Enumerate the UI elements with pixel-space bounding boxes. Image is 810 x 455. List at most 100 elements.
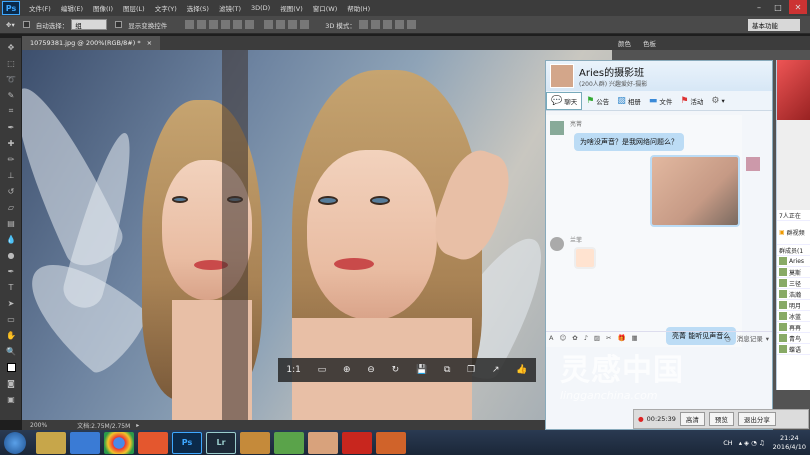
image-icon[interactable]: ▨ [594,334,600,342]
zoom-out-icon[interactable]: ⊖ [367,365,375,375]
menu-image[interactable]: 图像(I) [88,3,118,13]
auto-select-checkbox[interactable] [22,21,30,28]
pen-tool-icon[interactable]: ✒ [4,264,18,278]
message-area[interactable]: 亮菁 为啥没声音？是我网络问题么？ 兰菲 亮菁 能听见声音么 [546,115,760,347]
3d-slide-icon[interactable] [394,20,404,29]
preview-button[interactable]: 预览 [708,412,734,426]
move-tool-icon[interactable]: ✥▾ [6,21,15,29]
menu-file[interactable]: 文件(F) [24,3,56,13]
more-icon[interactable]: ▦ [632,334,638,342]
document-tab[interactable]: 10759381.jpg @ 200%(RGB/8#) * × [22,36,161,50]
dodge-tool-icon[interactable]: ● [4,248,18,262]
tab-album[interactable]: ▨ 相册 [613,96,645,106]
app-icon[interactable] [138,431,168,454]
lasso-tool-icon[interactable]: ➰ [4,72,18,86]
menu-help[interactable]: 帮助(H) [342,3,375,13]
app-icon[interactable] [240,431,270,454]
tab-activity[interactable]: ⚑ 活动 [676,96,707,106]
gradient-tool-icon[interactable]: ▤ [4,216,18,230]
distribute-left-icon[interactable] [300,20,310,29]
align-top-icon[interactable] [185,20,195,29]
fit-screen-icon[interactable]: ▭ [318,365,327,375]
distribute-middle-icon[interactable] [276,20,286,29]
menu-view[interactable]: 视图(V) [275,3,308,13]
share-icon[interactable]: ↗ [492,365,500,375]
move-tool-icon[interactable]: ✥ [4,40,18,54]
vibrate-icon[interactable]: ✿ [572,334,577,342]
voice-icon[interactable]: ♪ [584,334,588,342]
lightroom-taskbar-icon[interactable]: Lr [206,431,236,454]
show-transform-checkbox[interactable] [115,21,123,28]
align-left-icon[interactable] [221,20,231,29]
screen-mode-icon[interactable]: ▣ [4,392,18,406]
group-avatar[interactable] [550,64,574,88]
app-icon[interactable] [274,431,304,454]
gift-icon[interactable]: 🎁 [617,334,625,342]
member-row[interactable]: 三径 [777,278,810,289]
member-row[interactable]: 蝶语 [777,344,810,355]
tab-chat[interactable]: 💬 聊天 [546,91,583,110]
member-row[interactable]: 青鸟 [777,333,810,344]
eraser-tool-icon[interactable]: ▱ [4,200,18,214]
clock[interactable]: 21:24 2016/4/10 [773,434,806,452]
hand-tool-icon[interactable]: ✋ [4,328,18,342]
align-center-icon[interactable] [233,20,243,29]
tray-icons[interactable]: ▴ ◈ ◔ ♫ [739,439,765,447]
settings-gear-icon[interactable]: ⚙ ▾ [707,96,728,106]
tab-swatches[interactable]: 色板 [637,38,662,48]
blur-tool-icon[interactable]: 💧 [4,232,18,246]
auto-select-dropdown[interactable]: 组 [71,19,108,30]
explorer-icon[interactable] [36,431,66,454]
zoom-level[interactable]: 200% [30,422,47,429]
type-tool-icon[interactable]: T [4,280,18,294]
member-row[interactable]: 浩瀚 [777,289,810,300]
language-indicator[interactable]: CH [723,439,732,447]
menu-3d[interactable]: 3D(D) [246,4,275,12]
healing-brush-tool-icon[interactable]: ✚ [4,136,18,150]
exit-share-button[interactable]: 退出分享 [737,412,776,426]
rotate-icon[interactable]: ↻ [392,365,400,375]
sticker-message[interactable] [574,247,596,269]
menu-type[interactable]: 文字(Y) [150,3,182,13]
align-bottom-icon[interactable] [209,20,219,29]
align-middle-icon[interactable] [197,20,207,29]
3d-roll-icon[interactable] [370,20,380,29]
bookmark-icon[interactable]: ⧉ [444,365,450,375]
image-viewer-taskbar-icon[interactable] [308,431,338,454]
crop-tool-icon[interactable]: ⌗ [4,104,18,118]
distribute-bottom-icon[interactable] [288,20,298,29]
app-icon[interactable] [376,431,406,454]
member-row[interactable]: 明月 [777,300,810,311]
history-brush-tool-icon[interactable]: ↺ [4,184,18,198]
font-button[interactable]: A [549,334,553,342]
tab-announcement[interactable]: ⚑ 公告 [582,96,613,106]
screenshot-icon[interactable]: ✂ [606,334,611,342]
minimize-icon[interactable]: – [750,0,768,14]
clone-stamp-tool-icon[interactable]: ⊥ [4,168,18,182]
zoom-tool-icon[interactable]: 🔍 [4,344,18,358]
menu-select[interactable]: 选择(S) [182,3,214,13]
ratio-button[interactable]: 1:1 [286,365,300,375]
member-row[interactable]: 冰蓝 [777,311,810,322]
member-row[interactable]: 莫斯 [777,267,810,278]
tab-color[interactable]: 颜色 [612,38,637,48]
copy-icon[interactable]: ❐ [467,365,475,375]
member-row[interactable]: 再再 [777,322,810,333]
3d-drag-icon[interactable] [382,20,392,29]
shape-tool-icon[interactable]: ▭ [4,312,18,326]
image-message[interactable] [650,155,740,227]
3d-scale-icon[interactable] [406,20,416,29]
group-name[interactable]: Aries的摄影班 [579,64,647,79]
marquee-tool-icon[interactable]: ⬚ [4,56,18,70]
brush-tool-icon[interactable]: ✏ [4,152,18,166]
avatar[interactable] [746,157,760,171]
video-entry[interactable]: ▣ 群视频 [777,221,810,245]
menu-layer[interactable]: 图层(L) [118,3,150,13]
photoshop-taskbar-icon[interactable]: Ps [172,431,202,454]
member-row[interactable]: Aries [777,256,810,267]
quick-select-tool-icon[interactable]: ✎ [4,88,18,102]
document-canvas[interactable]: 1:1 ▭ ⊕ ⊖ ↻ 💾 ⧉ ❐ ↗ 👍 [22,50,612,420]
save-icon[interactable]: 💾 [416,365,427,375]
like-icon[interactable]: 👍 [516,365,527,375]
pdf-taskbar-icon[interactable] [342,431,372,454]
